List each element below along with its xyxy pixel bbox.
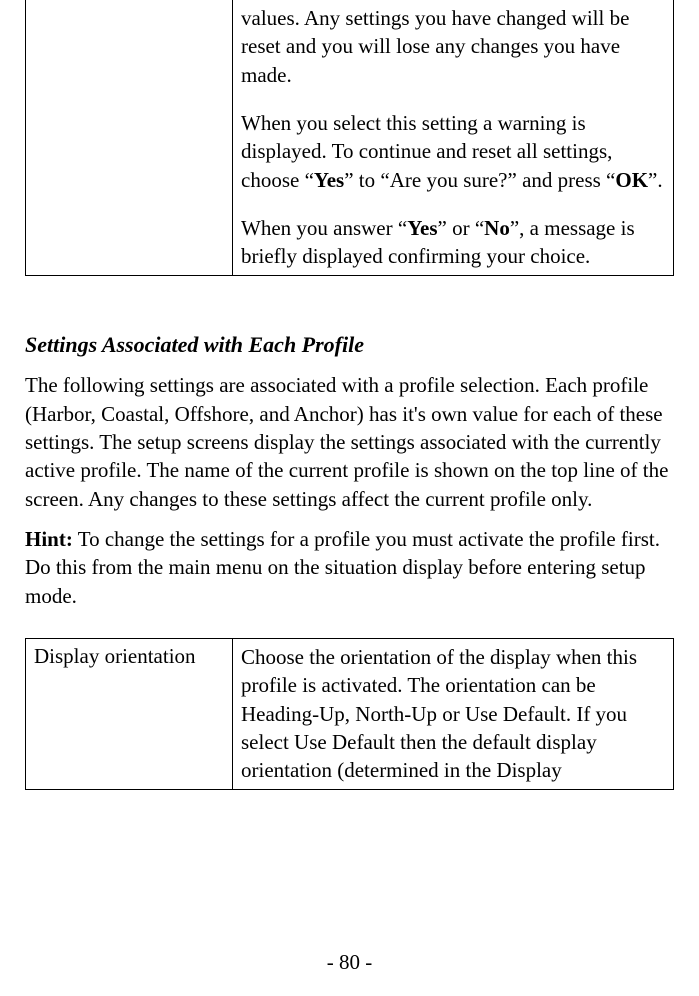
section-heading: Settings Associated with Each Profile xyxy=(25,331,674,360)
display-orientation-desc: Choose the orientation of the display wh… xyxy=(233,639,674,790)
hint-label: Hint: xyxy=(25,527,73,551)
table1-desc-cell: values. Any settings you have changed wi… xyxy=(233,0,674,275)
settings-table-continued: values. Any settings you have changed wi… xyxy=(25,0,674,276)
yes-bold: Yes xyxy=(314,168,344,192)
section-para1: The following settings are associated wi… xyxy=(25,371,674,513)
page-number: - 80 - xyxy=(0,949,699,976)
table1-para3: When you answer “Yes” or “No”, a message… xyxy=(241,214,665,271)
table1-label-cell xyxy=(26,0,233,275)
table1-para1: values. Any settings you have changed wi… xyxy=(241,4,665,89)
display-orientation-label: Display orientation xyxy=(26,639,233,790)
table1-para2: When you select this setting a warning i… xyxy=(241,109,665,194)
profile-settings-table: Display orientation Choose the orientati… xyxy=(25,638,674,790)
yes-bold-2: Yes xyxy=(407,216,437,240)
ok-bold: OK xyxy=(615,168,648,192)
hint-para: Hint: To change the settings for a profi… xyxy=(25,525,674,610)
no-bold: No xyxy=(484,216,510,240)
hint-text: To change the settings for a profile you… xyxy=(25,527,660,608)
